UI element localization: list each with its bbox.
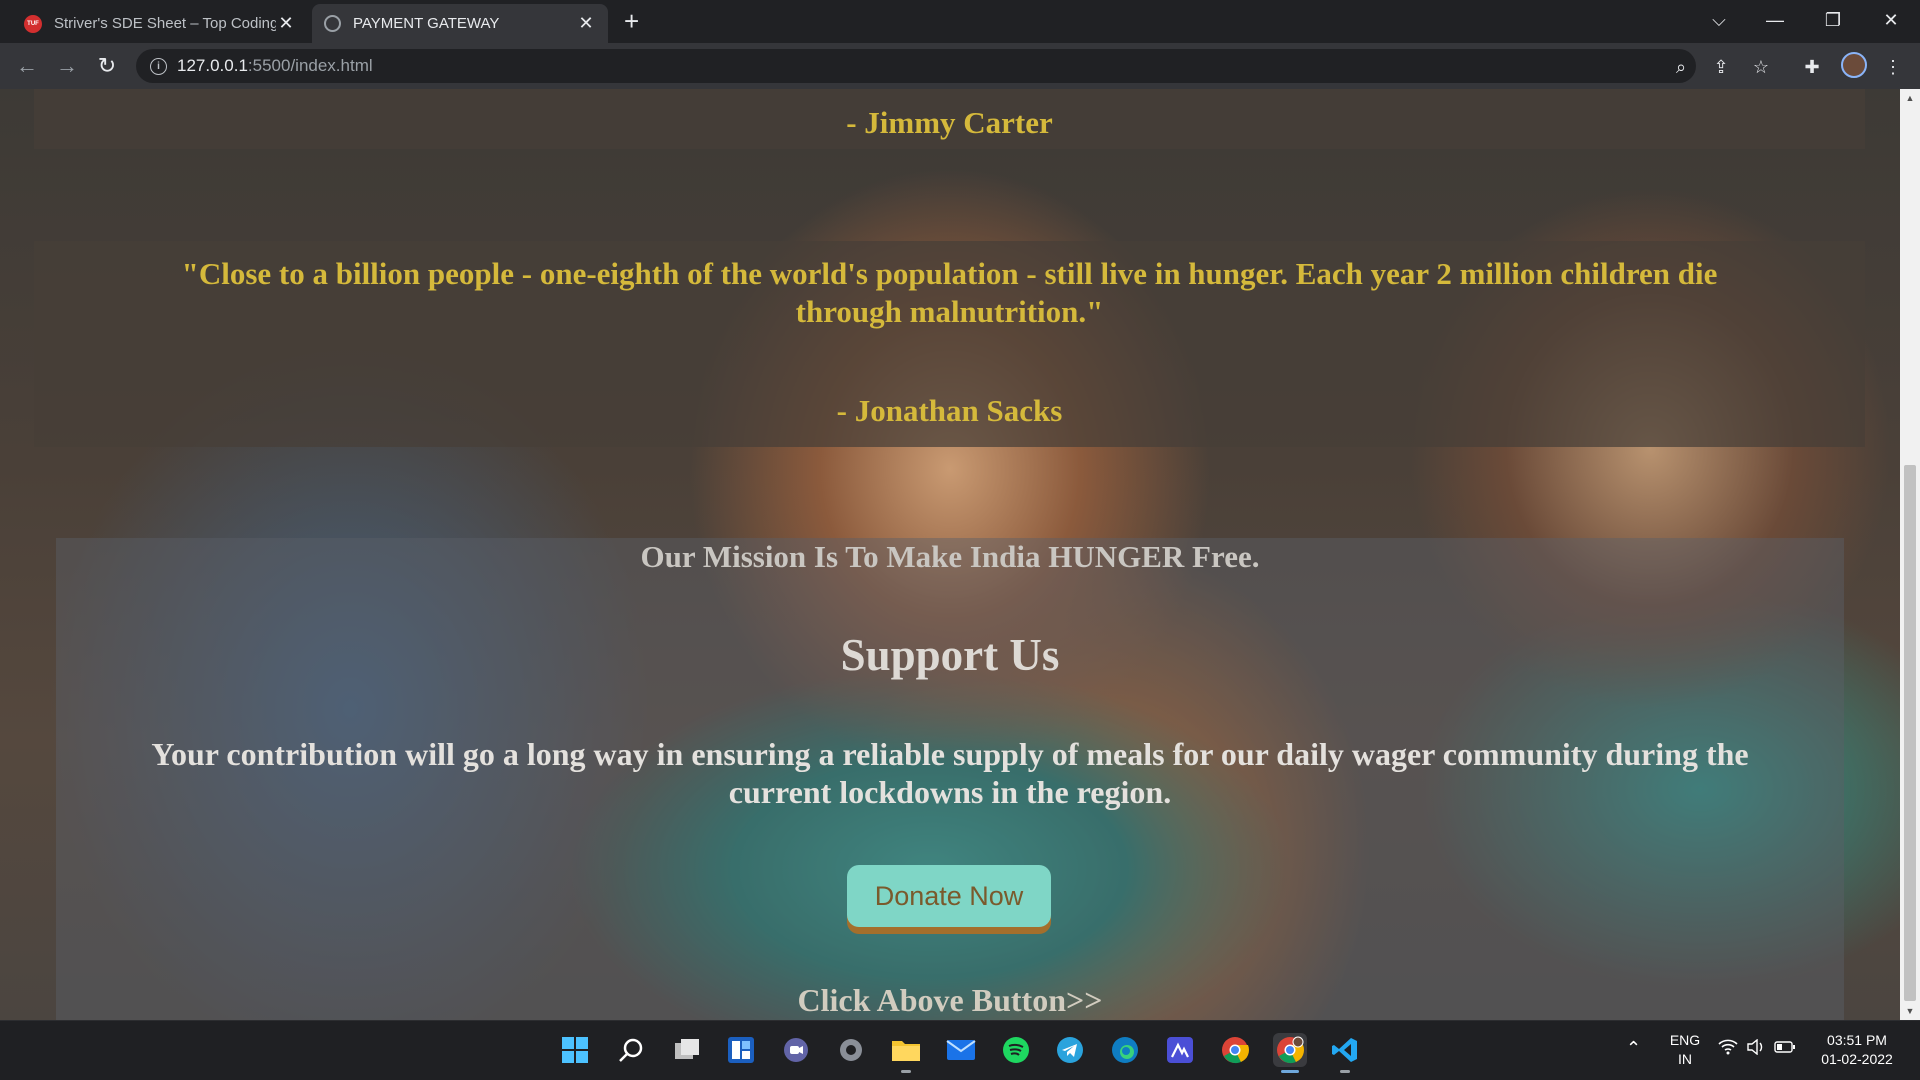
start-icon[interactable] [558,1033,592,1067]
tab-title: PAYMENT GATEWAY [353,15,500,32]
widgets-icon[interactable] [724,1033,758,1067]
settings-icon[interactable] [834,1033,868,1067]
extensions-icon[interactable]: ✚ [1800,55,1824,79]
site-info-icon[interactable]: i [150,57,167,75]
teams-chat-icon[interactable] [779,1033,813,1067]
wifi-icon[interactable] [1718,1039,1738,1060]
edge-icon[interactable] [1108,1033,1142,1067]
clock-date: 01-02-2022 [1821,1051,1893,1067]
browser-toolbar: ← → ↻ i 127.0.0.1:5500/index.html ⌕ ⇪ ☆ … [0,43,1920,89]
quote-text: "Close to a billion people - one-eighth … [181,256,1718,329]
volume-icon[interactable] [1746,1038,1766,1060]
contribution-text: Your contribution will go a long way in … [151,736,1749,810]
chrome-profile-icon[interactable] [1273,1033,1307,1073]
scroll-up-arrow-icon[interactable]: ▲ [1900,89,1920,107]
page-scrollbar[interactable]: ▲ ▼ [1900,89,1920,1020]
support-title: Support Us [840,630,1060,680]
quote-author: - Jonathan Sacks [836,393,1063,428]
close-window-button[interactable]: ✕ [1868,0,1914,40]
telegram-icon[interactable] [1053,1033,1087,1067]
share-icon[interactable]: ⇪ [1709,55,1733,79]
bookmark-star-icon[interactable]: ☆ [1749,55,1773,79]
click-above-hint: Click Above Button>> [797,982,1103,1018]
windows-taskbar: ⌃ ENG IN 03:51 PM 01-02-2022 [0,1020,1920,1080]
battery-icon[interactable] [1774,1040,1796,1059]
tab-title: Striver's SDE Sheet – Top Coding [54,15,276,32]
stremio-icon[interactable] [1163,1033,1197,1067]
zoom-icon[interactable]: ⌕ [1669,55,1693,79]
running-indicator [901,1070,911,1073]
scroll-down-arrow-icon[interactable]: ▼ [1900,1002,1920,1020]
mission-statement: Our Mission Is To Make India HUNGER Free… [640,539,1260,574]
quote-card: "Close to a billion people - one-eighth … [34,241,1865,447]
show-hidden-icons-chevron-icon[interactable]: ⌃ [1626,1039,1641,1058]
close-icon[interactable]: ✕ [276,13,296,34]
tab-search-chevron-icon[interactable]: ⌵ [1696,0,1742,40]
scroll-thumb[interactable] [1904,465,1916,1001]
back-button[interactable]: ← [13,52,41,80]
search-icon[interactable] [614,1033,648,1067]
donate-now-button[interactable]: Donate Now [847,865,1051,927]
address-bar[interactable]: i 127.0.0.1:5500/index.html [136,49,1696,83]
reload-button[interactable]: ↻ [93,52,121,80]
clock-time: 03:51 PM [1827,1032,1887,1048]
running-indicator [1340,1070,1350,1073]
page-viewport: - Jimmy Carter "Close to a billion peopl… [0,89,1900,1020]
menu-kebab-icon[interactable]: ⋮ [1881,55,1905,79]
profile-avatar[interactable] [1841,52,1867,78]
chrome-icon[interactable] [1218,1033,1252,1067]
tuf-favicon: TUF [24,14,42,33]
quote-card: - Jimmy Carter [34,89,1865,149]
url-text[interactable]: 127.0.0.1:5500/index.html [177,56,373,76]
tab-payment-gateway[interactable]: PAYMENT GATEWAY ✕ [312,4,608,43]
running-indicator [1281,1070,1299,1073]
forward-button[interactable]: → [53,52,81,80]
vscode-icon[interactable] [1328,1033,1362,1073]
minimize-button[interactable]: — [1752,0,1798,40]
task-view-icon[interactable] [670,1033,704,1067]
restore-button[interactable]: ❐ [1810,0,1856,40]
tab-strip: TUF Striver's SDE Sheet – Top Coding ✕ P… [0,0,1920,43]
new-tab-button[interactable]: + [624,6,639,36]
tab-strivers-sde-sheet[interactable]: TUF Striver's SDE Sheet – Top Coding ✕ [12,4,308,43]
quote-author: - Jimmy Carter [846,105,1053,140]
mail-icon[interactable] [944,1033,978,1067]
spotify-icon[interactable] [999,1033,1033,1067]
close-icon[interactable]: ✕ [576,13,596,34]
language-indicator[interactable]: ENG IN [1668,1031,1702,1069]
file-explorer-icon[interactable] [889,1033,923,1073]
globe-icon [324,15,341,32]
clock[interactable]: 03:51 PM 01-02-2022 [1812,1031,1902,1069]
